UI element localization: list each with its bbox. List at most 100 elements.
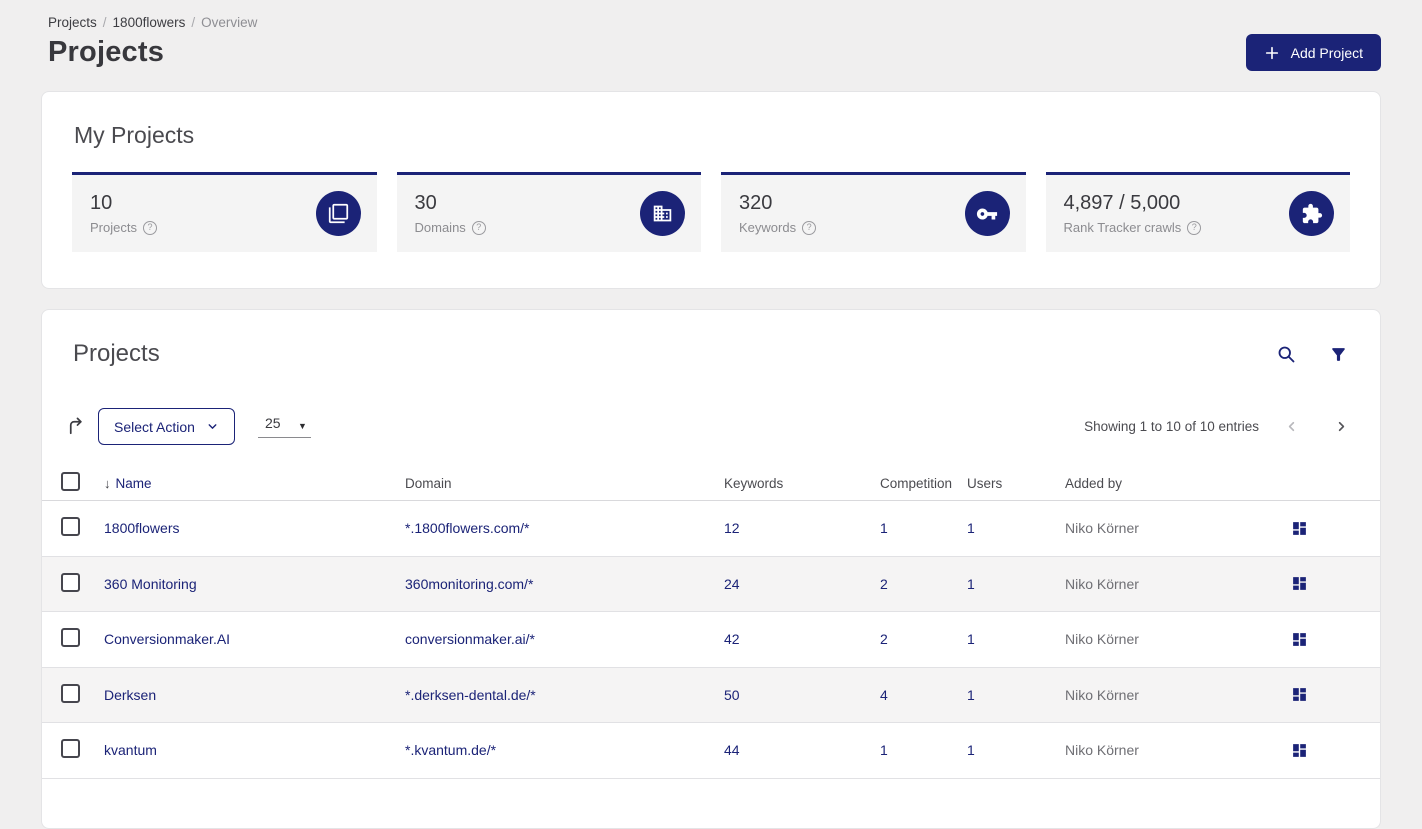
row-checkbox[interactable] [61,517,80,537]
puzzle-icon [1289,191,1334,236]
project-competition-value[interactable]: 1 [880,520,888,536]
project-users-value[interactable]: 1 [967,520,975,536]
dashboard-grid-icon[interactable] [1291,631,1308,648]
table-row: 1800flowers *.1800flowers.com/* 12 1 1 N… [42,501,1380,557]
project-name-link[interactable]: Derksen [104,687,156,703]
column-header-domain[interactable]: Domain [405,476,724,491]
project-added-by: Niko Körner [1065,631,1139,648]
table-row: Derksen *.derksen-dental.de/* 50 4 1 Nik… [42,667,1380,723]
chevron-left-icon[interactable] [1284,419,1299,434]
stat-projects-label: Projects [90,220,137,235]
table-toolbar: Select Action 25 ▼ Showing 1 to 10 of 10… [42,408,1380,445]
project-name-link[interactable]: 1800flowers [104,520,180,536]
dashboard-grid-icon[interactable] [1291,686,1308,703]
projects-table-card: Projects Select Action 25 ▼ Showing 1 to… [41,309,1381,829]
row-checkbox[interactable] [61,739,80,759]
project-competition-value[interactable]: 4 [880,687,888,703]
project-name-link[interactable]: Conversionmaker.AI [104,631,230,647]
breadcrumb-overview: Overview [201,15,258,30]
help-icon[interactable]: ? [1187,220,1202,235]
export-arrow-icon[interactable] [65,415,88,438]
project-added-by: Niko Körner [1065,575,1139,592]
help-icon[interactable]: ? [471,220,486,235]
project-domain-link[interactable]: 360monitoring.com/* [405,576,533,592]
table-body: 1800flowers *.1800flowers.com/* 12 1 1 N… [42,501,1380,779]
project-domain-link[interactable]: *.kvantum.de/* [405,742,496,758]
plus-icon [1264,45,1280,61]
project-competition-value[interactable]: 2 [880,631,888,647]
project-keywords-value[interactable]: 44 [724,742,740,758]
dashboard-grid-icon[interactable] [1291,520,1308,537]
column-header-added-by[interactable]: Added by [1065,476,1264,491]
dashboard-grid-icon[interactable] [1291,742,1308,759]
project-keywords-value[interactable]: 42 [724,631,740,647]
help-icon[interactable]: ? [142,220,157,235]
copy-squares-icon [315,191,361,236]
stat-crawls-value: 4,897 / 5,000 [1063,192,1181,214]
column-header-users[interactable]: Users [967,476,1065,491]
project-keywords-value[interactable]: 12 [724,520,740,536]
project-keywords-value[interactable]: 50 [724,687,740,703]
row-checkbox[interactable] [61,572,80,592]
project-added-by: Niko Körner [1065,742,1139,759]
table-row: Conversionmaker.AI conversionmaker.ai/* … [42,612,1380,668]
column-header-name[interactable]: ↓ Name [104,476,405,491]
stats-row: 10 Projects ? 30 Domains ? 320 Keywords … [72,172,1350,252]
project-users-value[interactable]: 1 [967,576,975,592]
stat-keywords: 320 Keywords ? [721,172,1026,252]
page-title: Projects [48,36,165,68]
project-added-by: Niko Körner [1065,520,1139,537]
key-icon [964,191,1010,236]
add-project-button[interactable]: Add Project [1245,34,1381,71]
sort-desc-icon: ↓ [104,475,111,491]
project-users-value[interactable]: 1 [967,742,975,758]
breadcrumb-projects[interactable]: Projects [48,15,97,30]
showing-entries-text: Showing 1 to 10 of 10 entries [1084,419,1259,434]
stat-projects: 10 Projects ? [72,172,377,252]
select-action-button[interactable]: Select Action [98,408,235,445]
project-competition-value[interactable]: 1 [880,742,888,758]
select-all-checkbox[interactable] [61,472,80,491]
stat-rank-tracker-crawls: 4,897 / 5,000 Rank Tracker crawls ? [1045,172,1350,252]
projects-table-title: Projects [73,340,160,367]
project-users-value[interactable]: 1 [967,687,975,703]
stat-domains-label: Domains [414,220,466,235]
project-competition-value[interactable]: 2 [880,576,888,592]
breadcrumb-separator: / [102,15,107,30]
dashboard-grid-icon[interactable] [1291,575,1308,592]
search-icon[interactable] [1276,344,1296,364]
row-checkbox[interactable] [61,683,80,703]
my-projects-title: My Projects [74,122,195,148]
project-name-link[interactable]: kvantum [104,742,157,758]
column-header-keywords[interactable]: Keywords [724,476,880,491]
project-domain-link[interactable]: *.1800flowers.com/* [405,520,530,536]
stat-keywords-label: Keywords [739,220,797,235]
caret-down-icon: ▼ [298,421,307,431]
project-added-by: Niko Körner [1065,686,1139,703]
table-row: kvantum *.kvantum.de/* 44 1 1 Niko Körne… [42,723,1380,779]
title-row: Projects Add Project [48,34,1381,71]
pagination [1284,419,1349,434]
stat-keywords-value: 320 [739,192,773,214]
filter-icon[interactable] [1329,345,1348,364]
column-header-competition[interactable]: Competition [880,476,967,491]
project-name-link[interactable]: 360 Monitoring [104,576,197,592]
table-header: ↓ Name Domain Keywords Competition Users… [42,466,1380,501]
project-domain-link[interactable]: conversionmaker.ai/* [405,631,535,647]
stat-crawls-label: Rank Tracker crawls [1063,220,1182,235]
help-icon[interactable]: ? [802,220,817,235]
stat-projects-value: 10 [90,192,113,214]
project-users-value[interactable]: 1 [967,631,975,647]
row-checkbox[interactable] [61,628,80,648]
building-icon [640,191,685,236]
select-action-label: Select Action [114,418,195,435]
page-size-select[interactable]: 25 ▼ [257,415,311,438]
project-domain-link[interactable]: *.derksen-dental.de/* [405,687,536,703]
page-size-value: 25 [264,415,281,431]
chevron-right-icon[interactable] [1334,419,1349,434]
project-keywords-value[interactable]: 24 [724,576,740,592]
breadcrumb-1800flowers[interactable]: 1800flowers [113,15,186,30]
chevron-down-icon [206,420,219,433]
breadcrumb-separator: / [191,15,196,30]
add-project-label: Add Project [1290,44,1363,61]
